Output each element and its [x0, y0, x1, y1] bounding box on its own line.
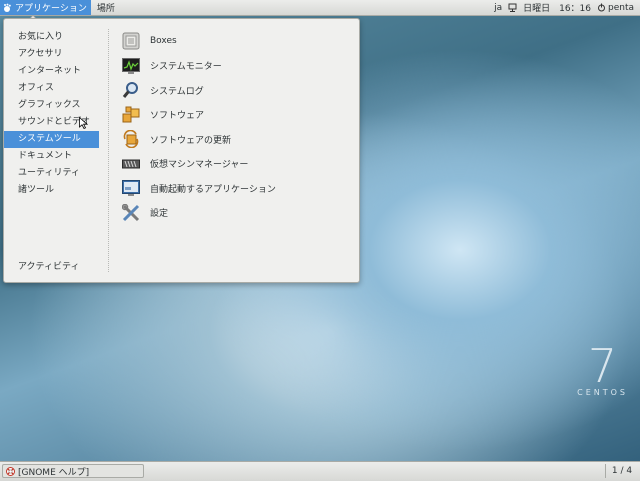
software-icon: [121, 105, 141, 125]
category-sundry[interactable]: 諸ツール: [4, 182, 104, 199]
places-menu-button[interactable]: 場所: [91, 1, 121, 14]
network-wired-icon: [508, 3, 517, 12]
workspace-switcher[interactable]: 1 / 4: [605, 464, 638, 478]
menu-separator: [108, 29, 109, 272]
input-method-indicator[interactable]: ja: [494, 3, 502, 13]
centos-logo: 7 CENTOS: [577, 339, 628, 397]
system-log-icon: [121, 80, 141, 100]
gnome-foot-icon: [4, 3, 11, 12]
mouse-pointer-icon: [79, 117, 88, 129]
app-label: 設定: [150, 209, 169, 220]
category-system-tools[interactable]: システムツール: [4, 131, 99, 148]
settings-icon: [121, 203, 141, 223]
applications-menu: お気に入り アクセサリ インターネット オフィス グラフィックス サウンドとビデ…: [3, 18, 360, 283]
clock[interactable]: 日曜日 16：16: [523, 1, 591, 14]
app-item-virt-manager[interactable]: 仮想マシンマネージャー: [121, 152, 276, 177]
network-indicator[interactable]: [508, 3, 517, 12]
user-name: penta: [608, 2, 634, 13]
top-panel: アプリケーション 場所 ja 日曜日 16：16 penta: [0, 0, 640, 16]
help-lifebuoy-icon: [6, 466, 15, 476]
category-graphics[interactable]: グラフィックス: [4, 97, 104, 114]
app-label: 自動起動するアプリケーション: [150, 184, 276, 195]
app-label: Boxes: [150, 36, 177, 47]
app-item-settings[interactable]: 設定: [121, 201, 276, 226]
app-label: ソフトウェア: [150, 111, 205, 122]
software-update-icon: [121, 129, 141, 149]
logo-name: CENTOS: [577, 388, 628, 397]
category-internet[interactable]: インターネット: [4, 63, 104, 80]
virt-manager-icon: [121, 154, 141, 174]
category-utilities[interactable]: ユーティリティ: [4, 165, 104, 182]
category-office[interactable]: オフィス: [4, 80, 104, 97]
logo-number: 7: [587, 339, 618, 393]
app-item-boxes[interactable]: Boxes: [121, 29, 276, 54]
category-accessories[interactable]: アクセサリ: [4, 46, 104, 63]
app-item-system-monitor[interactable]: システムモニター: [121, 54, 276, 79]
app-item-system-log[interactable]: システムログ: [121, 78, 276, 103]
app-item-startup-apps[interactable]: 自動起動するアプリケーション: [121, 176, 276, 201]
power-icon: [598, 3, 605, 12]
app-item-software-update[interactable]: ソフトウェアの更新: [121, 127, 276, 152]
app-label: システムモニター: [150, 62, 222, 73]
activities-overview-item[interactable]: アクティビティ: [18, 259, 79, 272]
system-monitor-icon: [121, 56, 141, 76]
app-list: Boxes システムモニター システムログ ソフトウェア ソフトウェアの更新 仮…: [121, 29, 276, 225]
app-label: システムログ: [150, 86, 204, 97]
category-favorites[interactable]: お気に入り: [4, 29, 104, 46]
places-menu-label: 場所: [96, 4, 115, 14]
applications-menu-label: アプリケーション: [15, 4, 87, 14]
category-documents[interactable]: ドキュメント: [4, 148, 104, 165]
category-list: お気に入り アクセサリ インターネット オフィス グラフィックス サウンドとビデ…: [4, 29, 104, 199]
category-sound-video[interactable]: サウンドとビデオ: [4, 114, 104, 131]
app-item-software[interactable]: ソフトウェア: [121, 103, 276, 128]
user-menu[interactable]: penta: [597, 3, 634, 13]
applications-menu-button[interactable]: アプリケーション: [0, 0, 91, 15]
taskbar-window-gnome-help[interactable]: [GNOME ヘルプ]: [2, 464, 144, 478]
app-label: ソフトウェアの更新: [150, 135, 232, 146]
taskbar-window-label: [GNOME ヘルプ]: [18, 467, 90, 478]
boxes-icon: [121, 31, 141, 51]
bottom-panel: [GNOME ヘルプ] 1 / 4: [0, 461, 640, 481]
startup-apps-icon: [121, 178, 141, 198]
app-label: 仮想マシンマネージャー: [150, 160, 249, 171]
